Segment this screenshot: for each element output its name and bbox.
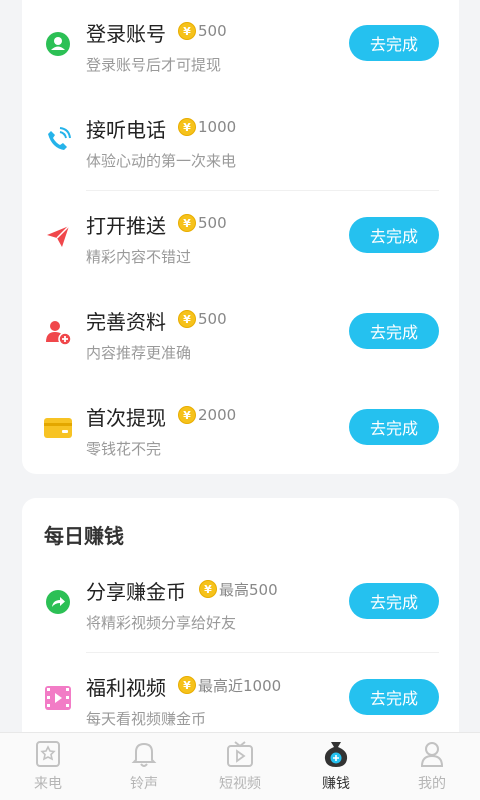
section-title: 每日赚钱	[44, 524, 124, 548]
task-answer-call: 接听电话 ¥1000 体验心动的第一次来电	[22, 94, 459, 191]
tab-ringtone[interactable]: 铃声	[96, 733, 192, 800]
task-title: 打开推送	[86, 214, 166, 238]
coin-icon: ¥	[178, 118, 196, 136]
reward-value: 1000	[198, 118, 237, 136]
money-bag-icon	[321, 739, 351, 769]
task-desc: 内容推荐更准确	[86, 344, 192, 362]
reward-value: 最高500	[219, 580, 278, 599]
paper-plane-icon	[44, 222, 72, 250]
task-reward: ¥500	[178, 308, 227, 330]
complete-button[interactable]: 去完成	[349, 217, 439, 253]
coin-icon: ¥	[178, 406, 196, 424]
tab-label: 赚钱	[322, 776, 350, 792]
task-desc: 精彩内容不错过	[86, 248, 192, 266]
tab-mine[interactable]: 我的	[384, 733, 480, 800]
complete-button[interactable]: 去完成	[349, 25, 439, 61]
coin-icon: ¥	[178, 676, 196, 694]
reward-value: 2000	[198, 406, 237, 424]
task-login: 登录账号 ¥500 登录账号后才可提现 去完成	[22, 0, 459, 95]
task-reward: ¥2000	[178, 404, 236, 426]
coin-icon: ¥	[178, 22, 196, 40]
complete-button[interactable]: 去完成	[349, 679, 439, 715]
coin-icon: ¥	[178, 310, 196, 328]
add-user-icon	[44, 318, 72, 346]
task-title: 登录账号	[86, 22, 166, 46]
task-share: 分享赚金币 ¥ 最高500 将精彩视频分享给好友 去完成	[22, 556, 459, 653]
task-reward: ¥500	[178, 212, 227, 234]
task-title: 分享赚金币	[86, 580, 186, 604]
task-reward: ¥500	[178, 20, 227, 42]
user-icon	[44, 30, 72, 58]
tab-label: 短视频	[219, 776, 261, 792]
tab-earn[interactable]: 赚钱	[288, 733, 384, 800]
task-first-withdraw: 首次提现 ¥2000 零钱花不完 去完成	[22, 382, 459, 479]
tasks-card: 登录账号 ¥500 登录账号后才可提现 去完成 接听电话 ¥1000 体验心动的…	[22, 0, 459, 474]
video-icon	[44, 684, 72, 712]
bell-icon	[129, 739, 159, 769]
reward-value: 500	[198, 310, 227, 328]
daily-earn-card: 每日赚钱 分享赚金币 ¥ 最高500 将精彩视频分享给好友 去完成 福利视频 ¥ 最…	[22, 498, 459, 748]
task-reward: ¥1000	[178, 116, 236, 138]
tv-icon	[225, 739, 255, 769]
card-icon	[44, 414, 72, 442]
phone-icon	[44, 126, 72, 154]
task-desc: 体验心动的第一次来电	[86, 152, 237, 170]
reward-value: 500	[198, 214, 227, 232]
tab-incoming-call[interactable]: 来电	[0, 733, 96, 800]
task-complete-profile: 完善资料 ¥500 内容推荐更准确 去完成	[22, 286, 459, 383]
caller-card-icon	[33, 739, 63, 769]
task-title: 福利视频	[86, 676, 166, 700]
task-reward: ¥ 最高500	[199, 578, 278, 600]
share-icon	[44, 588, 72, 616]
task-desc: 将精彩视频分享给好友	[86, 614, 237, 632]
task-title: 完善资料	[86, 310, 166, 334]
task-title: 接听电话	[86, 118, 166, 142]
tab-label: 来电	[34, 776, 62, 792]
tab-label: 我的	[418, 776, 446, 792]
task-reward: ¥ 最高近1000	[178, 674, 281, 696]
tab-label: 铃声	[130, 776, 158, 792]
coin-icon: ¥	[199, 580, 217, 598]
task-desc: 零钱花不完	[86, 440, 162, 458]
task-desc: 登录账号后才可提现	[86, 56, 222, 74]
tab-short-video[interactable]: 短视频	[192, 733, 288, 800]
profile-icon	[417, 739, 447, 769]
complete-button[interactable]: 去完成	[349, 313, 439, 349]
reward-value: 500	[198, 22, 227, 40]
task-enable-push: 打开推送 ¥500 精彩内容不错过 去完成	[22, 190, 459, 287]
bottom-tab-bar: 来电 铃声 短视频 赚钱 我的	[0, 732, 480, 800]
task-desc: 每天看视频赚金币	[86, 710, 207, 728]
reward-value: 最高近1000	[198, 676, 282, 695]
complete-button[interactable]: 去完成	[349, 583, 439, 619]
task-title: 首次提现	[86, 406, 166, 430]
coin-icon: ¥	[178, 214, 196, 232]
complete-button[interactable]: 去完成	[349, 409, 439, 445]
